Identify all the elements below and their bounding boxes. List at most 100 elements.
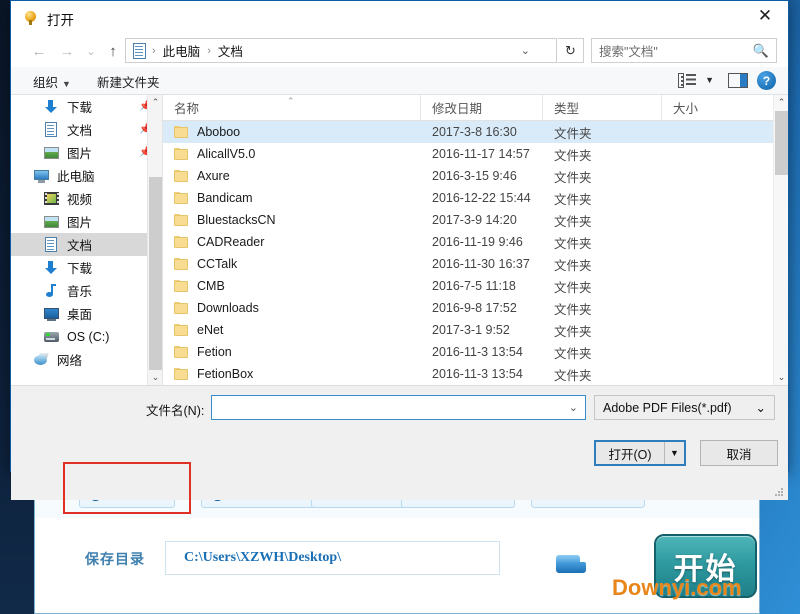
chevron-down-icon[interactable]: ⌄ [521, 44, 530, 57]
search-icon: 🔍 [753, 43, 769, 59]
open-dropdown-caret-icon[interactable]: ▼ [664, 442, 684, 464]
sidebar-item-4[interactable]: 视频 [11, 187, 162, 210]
file-name-label: BluestacksCN [197, 213, 276, 227]
sidebar-item-3[interactable]: 此电脑 [11, 164, 162, 187]
back-icon[interactable]: ← [27, 39, 51, 63]
sort-ascending-icon: ⌃ [287, 96, 295, 107]
file-name-cell[interactable]: FetionBox [163, 367, 421, 381]
table-row[interactable]: CCTalk2016-11-30 16:37文件夹 [163, 253, 788, 275]
table-row[interactable]: Axure2016-3-15 9:46文件夹 [163, 165, 788, 187]
file-date-cell: 2017-3-8 16:30 [421, 125, 543, 139]
table-row[interactable]: Bandicam2016-12-22 15:44文件夹 [163, 187, 788, 209]
file-name-cell[interactable]: Axure [163, 169, 421, 183]
file-type-filter-select[interactable]: Adobe PDF Files(*.pdf) ⌄ [594, 395, 775, 420]
file-type-cell: 文件夹 [543, 233, 662, 252]
column-header-type[interactable]: 类型 [543, 95, 662, 121]
table-row[interactable]: Fetion2016-11-3 13:54文件夹 [163, 341, 788, 363]
table-row[interactable]: CADReader2016-11-19 9:46文件夹 [163, 231, 788, 253]
file-name-label: CCTalk [197, 257, 237, 271]
file-name-cell[interactable]: Downloads [163, 301, 421, 315]
sidebar-item-2[interactable]: 图片📌 [11, 141, 162, 164]
app-star-icon [23, 10, 38, 25]
file-name-label: Bandicam [197, 191, 253, 205]
preview-pane-icon[interactable] [728, 73, 748, 88]
forward-icon[interactable]: → [55, 39, 79, 63]
file-name-cell[interactable]: CMB [163, 279, 421, 293]
file-list-scrollbar[interactable]: ⌃ ⌄ [773, 95, 788, 385]
up-icon[interactable]: ↑ [101, 39, 125, 63]
sidebar-item-label: OS (C:) [67, 330, 109, 344]
column-header-size[interactable]: 大小 [662, 95, 758, 121]
save-directory-input[interactable]: C:\Users\XZWH\Desktop\ [165, 541, 500, 575]
file-list-scroll-thumb[interactable] [775, 111, 788, 175]
sidebar-item-label: 下载 [67, 97, 92, 116]
address-bar[interactable]: › 此电脑 › 文档 ⌄ [125, 38, 557, 63]
table-row[interactable]: eNet2017-3-1 9:52文件夹 [163, 319, 788, 341]
file-name-cell[interactable]: BluestacksCN [163, 213, 421, 227]
file-name-cell[interactable]: eNet [163, 323, 421, 337]
chevron-down-icon[interactable]: ▼ [705, 75, 714, 85]
organize-button[interactable]: 组织 ▼ [33, 72, 71, 91]
table-row[interactable]: FetionBox2016-11-3 13:54文件夹 [163, 363, 788, 385]
sidebar-item-7[interactable]: 下载 [11, 256, 162, 279]
filter-value: Adobe PDF Files(*.pdf) [603, 401, 732, 415]
chevron-down-icon: ▼ [62, 79, 71, 89]
sidebar-item-9[interactable]: 桌面 [11, 302, 162, 325]
file-date-cell: 2016-7-5 11:18 [421, 279, 543, 293]
video-icon [43, 191, 60, 207]
file-name-cell[interactable]: CADReader [163, 235, 421, 249]
open-button[interactable]: 打开(O) ▼ [594, 440, 686, 466]
sidebar-item-label: 桌面 [67, 304, 92, 323]
column-header-name[interactable]: 名称 ⌃ [163, 95, 421, 121]
scroll-up-icon[interactable]: ⌃ [148, 95, 163, 110]
file-name-cell[interactable]: CCTalk [163, 257, 421, 271]
new-folder-button[interactable]: 新建文件夹 [97, 72, 160, 91]
sidebar-item-8[interactable]: 音乐 [11, 279, 162, 302]
filename-input[interactable]: ⌄ [211, 395, 586, 420]
sidebar-item-6[interactable]: 文档 [11, 233, 162, 256]
file-type-cell: 文件夹 [543, 167, 662, 186]
table-row[interactable]: Downloads2016-9-8 17:52文件夹 [163, 297, 788, 319]
scroll-down-icon[interactable]: ⌄ [148, 370, 163, 385]
sidebar-scroll-thumb[interactable] [149, 177, 162, 370]
refresh-icon[interactable]: ↻ [558, 38, 584, 63]
navigation-sidebar: 下载📌文档📌图片📌此电脑视频图片文档下载音乐桌面OS (C:)网络 ⌃ ⌄ [11, 95, 163, 385]
chevron-down-icon[interactable]: ⌄ [569, 401, 578, 414]
file-name-label: Downloads [197, 301, 259, 315]
file-name-cell[interactable]: Bandicam [163, 191, 421, 205]
sidebar-item-5[interactable]: 图片 [11, 210, 162, 233]
table-row[interactable]: CMB2016-7-5 11:18文件夹 [163, 275, 788, 297]
sidebar-item-0[interactable]: 下载📌 [11, 95, 162, 118]
sidebar-item-11[interactable]: 网络 [11, 348, 162, 371]
file-type-cell: 文件夹 [543, 189, 662, 208]
organize-label: 组织 [33, 76, 58, 90]
sidebar-scrollbar[interactable]: ⌃ ⌄ [147, 95, 162, 385]
sidebar-item-label: 文档 [67, 120, 92, 139]
command-bar: 组织 ▼ 新建文件夹 ▼ ? [11, 67, 788, 95]
file-type-cell: 文件夹 [543, 255, 662, 274]
file-name-cell[interactable]: Fetion [163, 345, 421, 359]
browse-folder-icon[interactable] [554, 550, 588, 576]
breadcrumb-this-pc[interactable]: 此电脑 [161, 41, 203, 60]
table-row[interactable]: BluestacksCN2017-3-9 14:20文件夹 [163, 209, 788, 231]
scroll-down-icon[interactable]: ⌄ [774, 370, 788, 385]
column-header-date[interactable]: 修改日期 [421, 95, 543, 121]
resize-grip-icon[interactable] [775, 488, 784, 497]
file-name-cell[interactable]: Aboboo [163, 125, 421, 139]
table-row[interactable]: Aboboo2017-3-8 16:30文件夹 [163, 121, 788, 143]
table-row[interactable]: AlicallV5.02016-11-17 14:57文件夹 [163, 143, 788, 165]
view-options-icon[interactable] [678, 73, 696, 88]
close-icon[interactable]: ✕ [742, 1, 788, 31]
document-icon [43, 122, 60, 138]
breadcrumb-documents[interactable]: 文档 [216, 41, 245, 60]
help-icon[interactable]: ? [757, 71, 776, 90]
cancel-button[interactable]: 取消 [700, 440, 778, 466]
file-name-cell[interactable]: AlicallV5.0 [163, 147, 421, 161]
folder-icon [174, 258, 189, 271]
column-headers: 名称 ⌃ 修改日期 类型 大小 [163, 95, 788, 121]
scroll-up-icon[interactable]: ⌃ [774, 95, 788, 110]
sidebar-item-1[interactable]: 文档📌 [11, 118, 162, 141]
sidebar-item-10[interactable]: OS (C:) [11, 325, 162, 348]
search-input[interactable]: 搜索"文档" 🔍 [591, 38, 777, 63]
recent-locations-icon[interactable]: ⌄ [79, 39, 103, 63]
